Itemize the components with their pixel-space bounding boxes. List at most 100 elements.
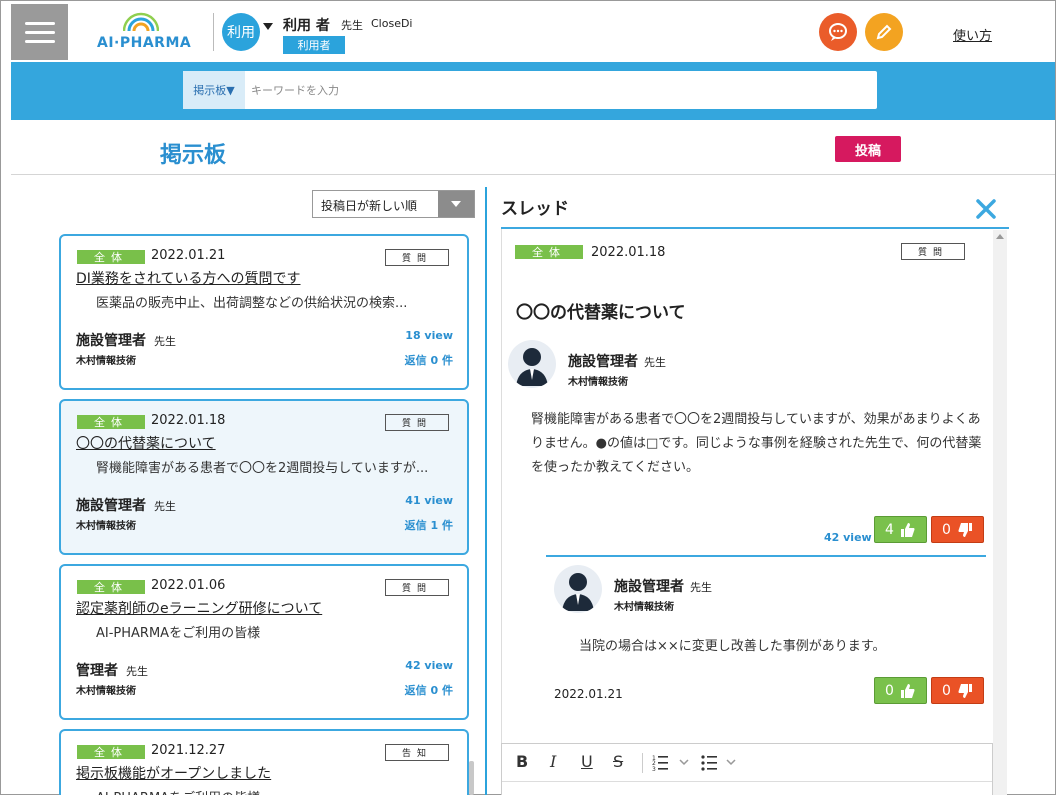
user-role-badge: 利用者 [283,36,345,54]
user-silhouette-icon [516,348,548,386]
bullet-list-icon[interactable] [701,754,741,772]
user-organization: CloseDi [371,17,413,30]
post-author-name: 管理者 [76,663,118,679]
sort-selected-label: 投稿日が新しい順 [321,199,418,213]
post-date: 2022.01.21 [151,248,226,263]
post-author-name: 施設管理者 [76,498,146,514]
category-badge: 全体 [77,415,145,429]
avatar [554,565,602,613]
search-bar: 掲示板▼ [11,62,1055,120]
new-post-button[interactable]: 投稿 [835,136,901,162]
thread-scrollbar[interactable] [993,230,1007,795]
thread-body: 腎機能障害がある患者で〇〇を2週間投与していますが、効果があまりよくありません。… [531,412,982,475]
post-reply-count: 返信 1 件 [404,519,453,532]
hamburger-menu-button[interactable] [11,4,68,60]
post-author-org: 木村情報技術 [76,686,136,697]
thumbs-up-icon [900,522,915,537]
reply-author: 施設管理者 先生 [614,576,712,596]
thread-view-count: 42 view [824,531,872,544]
post-author-honorific: 先生 [154,500,176,513]
thread-like-count: 4 [885,521,894,538]
post-type-tag: 告知 [385,744,449,761]
post-excerpt: 医薬品の販売中止、出荷調整などの供給状況の検索... [96,296,408,311]
post-card[interactable]: 全体 2022.01.06 質問 認定薬剤師のeラーニング研修について AI-P… [59,564,469,720]
post-type-tag: 質問 [385,249,449,266]
post-excerpt: AI-PHARMAをご利用の皆様 [96,626,261,641]
thread-dislike-count: 0 [942,521,951,538]
post-card[interactable]: 全体 2021.12.27 告知 掲示板機能がオープンしました AI-PHARM… [59,729,469,795]
italic-button[interactable]: I [550,752,556,771]
post-title-link[interactable]: DI業務をされている方への質問です [76,268,301,288]
close-thread-icon[interactable] [975,198,997,220]
thumbs-down-icon [958,522,972,537]
post-author-name: 施設管理者 [76,333,146,349]
post-author-org: 木村情報技術 [76,521,136,532]
post-view-count: 42 view [405,659,453,672]
reply-date: 2022.01.21 [554,687,623,701]
post-reply-count: 返信 0 件 [404,684,453,697]
sort-select[interactable]: 投稿日が新しい順 [312,190,475,218]
page-title: 掲示板 [160,143,227,168]
bold-button[interactable]: B [516,752,528,771]
post-reply-count: 返信 0 件 [404,354,453,367]
app-logo[interactable]: AI·PHARMA [97,11,191,55]
post-card-selected[interactable]: 全体 2022.01.18 質問 〇〇の代替薬について 腎機能障害がある患者で〇… [59,399,469,555]
post-author-honorific: 先生 [126,665,148,678]
reply-author-name: 施設管理者 [614,579,684,595]
reply-editor[interactable]: B I U S 1 2 3 [501,743,993,795]
category-badge: 全体 [77,250,145,264]
post-list-scrollbar[interactable] [469,761,474,795]
chat-bubble-icon [829,23,847,41]
thread-category-badge: 全体 [515,245,583,259]
thread-subject: 〇〇の代替薬について [516,303,686,323]
role-caret-down-icon[interactable] [263,23,273,30]
post-title-link[interactable]: 認定薬剤師のeラーニング研修について [76,598,322,618]
post-date: 2021.12.27 [151,743,226,758]
avatar [508,340,556,388]
pencil-icon [876,24,892,40]
signal-arc-icon [123,12,159,32]
search-input[interactable] [251,79,851,101]
category-badge: 全体 [77,745,145,759]
post-title-link[interactable]: 〇〇の代替薬について [76,433,216,453]
app-header: AI·PHARMA 利用 利用 者 先生 CloseDi 利用者 使い方 [1,1,1055,62]
chat-button[interactable] [819,13,857,51]
search-box: 掲示板▼ [183,71,877,109]
thread-author: 施設管理者 先生 [568,351,666,371]
thread-author-org: 木村情報技術 [568,377,628,388]
column-divider [485,187,487,795]
post-excerpt: 腎機能障害がある患者で〇〇を2週間投与していますが... [96,461,429,476]
thread-like-button[interactable]: 4 [874,516,927,543]
search-category-dropdown[interactable]: 掲示板▼ [183,71,245,109]
post-date: 2022.01.06 [151,578,226,593]
post-author: 施設管理者 先生 [76,495,176,515]
thumbs-up-icon [900,683,915,698]
user-name: 利用 者 [283,18,330,34]
user-silhouette-icon [562,573,594,611]
editor-toolbar: B I U S 1 2 3 [502,744,992,782]
reply-like-button[interactable]: 0 [874,677,927,704]
post-title-link[interactable]: 掲示板機能がオープンしました [76,763,271,783]
post-excerpt: AI-PHARMAをご利用の皆様 [96,787,456,795]
ordered-list-icon[interactable]: 1 2 3 [652,754,692,772]
reply-divider [546,555,986,557]
post-author: 施設管理者 先生 [76,330,176,350]
role-switch-badge[interactable]: 利用 [222,13,260,51]
user-honorific: 先生 [341,19,363,32]
post-card[interactable]: 全体 2022.01.21 質問 DI業務をされている方への質問です 医薬品の販… [59,234,469,390]
underline-button[interactable]: U [581,752,593,771]
reply-dislike-button[interactable]: 0 [931,677,984,704]
thread-author-name: 施設管理者 [568,354,638,370]
thread-dislike-button[interactable]: 0 [931,516,984,543]
thread-type-tag: 質問 [901,243,965,260]
thread-date: 2022.01.18 [591,245,666,260]
category-badge: 全体 [77,580,145,594]
help-link[interactable]: 使い方 [953,25,992,44]
scroll-up-arrow-icon[interactable] [996,234,1004,239]
reply-like-count: 0 [885,682,894,699]
strikethrough-button[interactable]: S [613,752,623,771]
compose-button[interactable] [865,13,903,51]
reply-author-org: 木村情報技術 [614,602,674,613]
post-author-org: 木村情報技術 [76,356,136,367]
thread-frame-edge [501,229,502,795]
